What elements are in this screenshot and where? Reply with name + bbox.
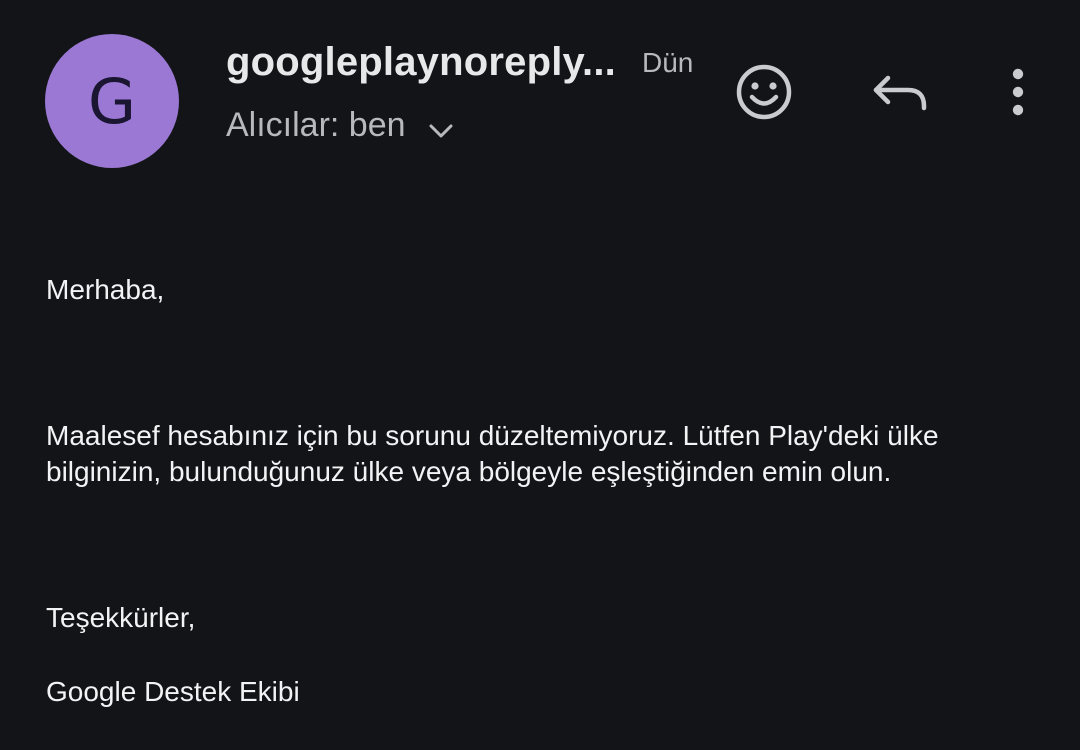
reply-arrow-icon [873,75,927,111]
recipients-toggle[interactable]: Alıcılar: ben [226,106,456,145]
avatar-letter: G [87,64,137,138]
reply-button[interactable] [868,60,932,124]
message-greeting: Merhaba, [46,274,165,305]
message-body-line: bilginizin, bulunduğunuz ülke veya bölge… [46,456,892,487]
sender-name[interactable]: googleplaynoreply... [226,40,616,85]
message-body: Maalesef hesabınız için bu sorunu düzelt… [46,418,939,490]
message-date: Dün [642,47,694,78]
email-view: G googleplaynoreply... Dün Alıcılar: ben… [0,0,1080,750]
add-reaction-button[interactable] [732,60,796,124]
message-thanks: Teşekkürler, [46,602,196,633]
message-body-line: Maalesef hesabınız için bu sorunu düzelt… [46,420,939,451]
message-signature: Google Destek Ekibi [46,676,300,707]
recipients-label: Alıcılar: ben [226,106,406,144]
chevron-down-icon [429,124,453,137]
smiley-face-icon [736,64,792,120]
sender-avatar[interactable]: G [45,34,179,168]
more-vertical-icon [1012,68,1024,116]
more-options-button[interactable] [986,60,1050,124]
